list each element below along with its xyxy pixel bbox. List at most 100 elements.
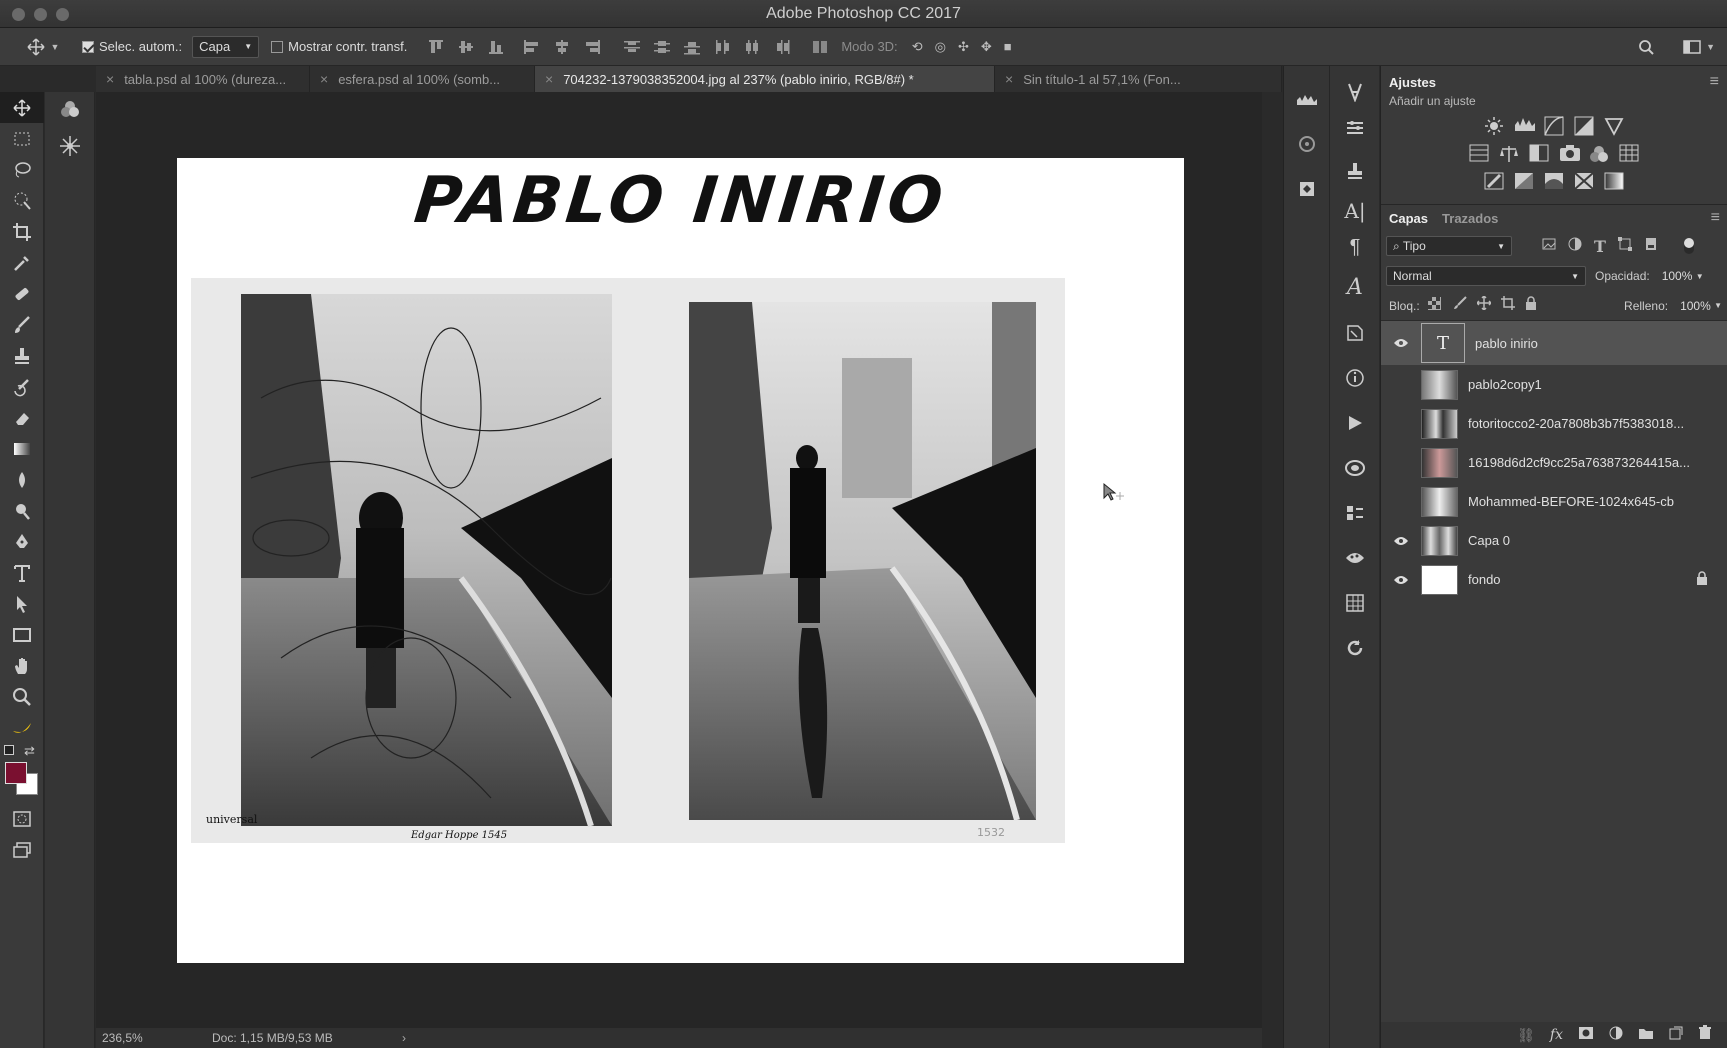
move-tool-preset-icon[interactable]: [24, 37, 48, 56]
align-bottom-icon[interactable]: [487, 39, 505, 55]
document-canvas[interactable]: PABLO INIRIO universal Edgar Hoppe 1545 …: [177, 158, 1184, 963]
banana-icon[interactable]: [0, 712, 44, 743]
doc-size[interactable]: Doc: 1,15 MB/9,53 MB: [212, 1031, 402, 1045]
distribute-top-icon[interactable]: [623, 39, 641, 55]
grid-table-icon[interactable]: [1332, 580, 1378, 625]
channel-mixer-icon[interactable]: [1589, 144, 1609, 164]
new-layer-icon[interactable]: [1669, 1026, 1683, 1045]
distribute-bottom-icon[interactable]: [683, 39, 701, 55]
lock-paint-icon[interactable]: [1453, 296, 1467, 315]
foreground-color-swatch[interactable]: [5, 762, 27, 784]
layer-row-pablo2copy1[interactable]: pablo2copy1: [1381, 365, 1727, 404]
layer-row-fondo[interactable]: fondo: [1381, 560, 1727, 599]
chevron-down-icon[interactable]: ▼: [1714, 301, 1722, 310]
crop-tool[interactable]: [0, 216, 44, 247]
threshold-icon[interactable]: [1544, 172, 1564, 192]
history-brush-tool[interactable]: [0, 371, 44, 402]
adjustments-panel-tab[interactable]: Ajustes: [1389, 75, 1436, 90]
eraser-tool[interactable]: [0, 402, 44, 433]
zoom-level[interactable]: 236,5%: [102, 1031, 212, 1045]
auto-align-icon[interactable]: [811, 39, 829, 55]
distribute-hcenter-icon[interactable]: [743, 39, 761, 55]
eyedropper-tool[interactable]: [0, 247, 44, 278]
layer-row-mohammed-before[interactable]: Mohammed-BEFORE-1024x645-cb: [1381, 482, 1727, 521]
paragraph-styles-icon[interactable]: [1332, 310, 1378, 355]
gradient-tool[interactable]: [0, 433, 44, 464]
invert-icon[interactable]: [1484, 172, 1504, 192]
eye-hidden-slot[interactable]: [1389, 377, 1413, 393]
color-lookup-icon[interactable]: [1619, 144, 1639, 164]
link-layers-icon[interactable]: ⛓: [1517, 1027, 1535, 1044]
layer-row-capa-0[interactable]: Capa 0: [1381, 521, 1727, 560]
workspace-icon[interactable]: [1682, 39, 1702, 54]
color-balance-icon[interactable]: [1499, 144, 1519, 164]
swatches-icon[interactable]: [1332, 535, 1378, 580]
glyphs-icon[interactable]: A: [1332, 265, 1378, 310]
close-icon[interactable]: ×: [545, 71, 553, 87]
properties-icon[interactable]: [1332, 108, 1378, 148]
lock-position-icon[interactable]: [1476, 295, 1492, 315]
lock-transparent-icon[interactable]: [1427, 296, 1441, 315]
distribute-left-icon[interactable]: [713, 39, 731, 55]
tab-tabla[interactable]: × tabla.psd al 100% (dureza...: [96, 66, 310, 92]
blend-mode-dropdown[interactable]: Normal ▼: [1386, 266, 1586, 286]
chevron-down-icon[interactable]: ▼: [1706, 42, 1715, 52]
tab-sin-titulo[interactable]: × Sin título-1 al 57,1% (Fon...: [995, 66, 1282, 92]
chevron-down-icon[interactable]: ▼: [48, 42, 62, 52]
tool-presets-icon[interactable]: [1332, 76, 1378, 108]
quick-mask-icon[interactable]: [0, 803, 44, 834]
filter-shape-icon[interactable]: [1617, 236, 1632, 256]
curves-icon[interactable]: [1544, 116, 1564, 136]
layer-row-16198d6d[interactable]: 16198d6d2cf9cc25a763873264415a...: [1381, 443, 1727, 482]
type-tool[interactable]: [0, 557, 44, 588]
brightness-contrast-icon[interactable]: [1484, 116, 1504, 136]
chevron-right-icon[interactable]: ›: [402, 1031, 406, 1045]
eye-hidden-slot[interactable]: [1389, 455, 1413, 471]
eye-hidden-slot[interactable]: [1389, 416, 1413, 432]
hand-tool[interactable]: [0, 650, 44, 681]
quick-selection-tool[interactable]: [0, 185, 44, 216]
color-panel-icon[interactable]: [45, 94, 95, 124]
navigator-icon[interactable]: [1284, 121, 1330, 166]
eye-icon[interactable]: [1389, 533, 1413, 549]
blur-tool[interactable]: [0, 464, 44, 495]
layer-row-pablo-inirio[interactable]: T pablo inirio: [1381, 321, 1727, 365]
black-white-icon[interactable]: [1529, 144, 1549, 164]
posterize-icon[interactable]: [1514, 172, 1534, 192]
move-tool[interactable]: [0, 92, 44, 123]
tab-esfera[interactable]: × esfera.psd al 100% (somb...: [310, 66, 535, 92]
libraries-icon[interactable]: [1332, 445, 1378, 490]
opacity-field[interactable]: 100%: [1656, 266, 1693, 286]
scale-3d-icon[interactable]: ■: [1004, 39, 1012, 55]
gradient-map-icon[interactable]: [1604, 172, 1624, 192]
auto-select-dropdown[interactable]: Capa ▼: [192, 35, 260, 58]
close-icon[interactable]: ×: [1005, 71, 1013, 87]
3d-panel-icon[interactable]: [1284, 166, 1330, 211]
clone-source-icon[interactable]: [1332, 148, 1378, 193]
play-actions-icon[interactable]: [1332, 400, 1378, 445]
selective-color-icon[interactable]: [1574, 172, 1594, 192]
align-right-icon[interactable]: [583, 39, 601, 55]
fx-icon[interactable]: fx: [1550, 1027, 1563, 1043]
screen-mode-icon[interactable]: [0, 834, 44, 865]
drag-3d-icon[interactable]: ✣: [958, 39, 969, 55]
new-adjustment-icon[interactable]: [1609, 1026, 1623, 1045]
layer-row-fotoritocco2[interactable]: fotoritocco2-20a7808b3b7f5383018...: [1381, 404, 1727, 443]
dodge-tool[interactable]: [0, 495, 44, 526]
align-left-icon[interactable]: [523, 39, 541, 55]
info-icon[interactable]: [1332, 355, 1378, 400]
pen-tool[interactable]: [0, 526, 44, 557]
swap-colors-icon[interactable]: ⇄: [24, 743, 35, 759]
lasso-tool[interactable]: [0, 154, 44, 185]
histogram-icon[interactable]: [1284, 76, 1330, 121]
show-transform-checkbox[interactable]: Mostrar contr. transf.: [271, 39, 407, 54]
panel-menu-icon[interactable]: ≡: [1711, 209, 1720, 227]
tab-active-document[interactable]: × 704232-1379038352004.jpg al 237% (pablo…: [535, 66, 995, 92]
rectangle-tool[interactable]: [0, 619, 44, 650]
add-mask-icon[interactable]: [1578, 1026, 1594, 1045]
minimize-window-button[interactable]: [34, 8, 47, 21]
photo-filter-icon[interactable]: [1559, 144, 1580, 164]
brush-tool[interactable]: [0, 309, 44, 340]
distribute-right-icon[interactable]: [773, 39, 791, 55]
align-vcenter-icon[interactable]: [457, 39, 475, 55]
